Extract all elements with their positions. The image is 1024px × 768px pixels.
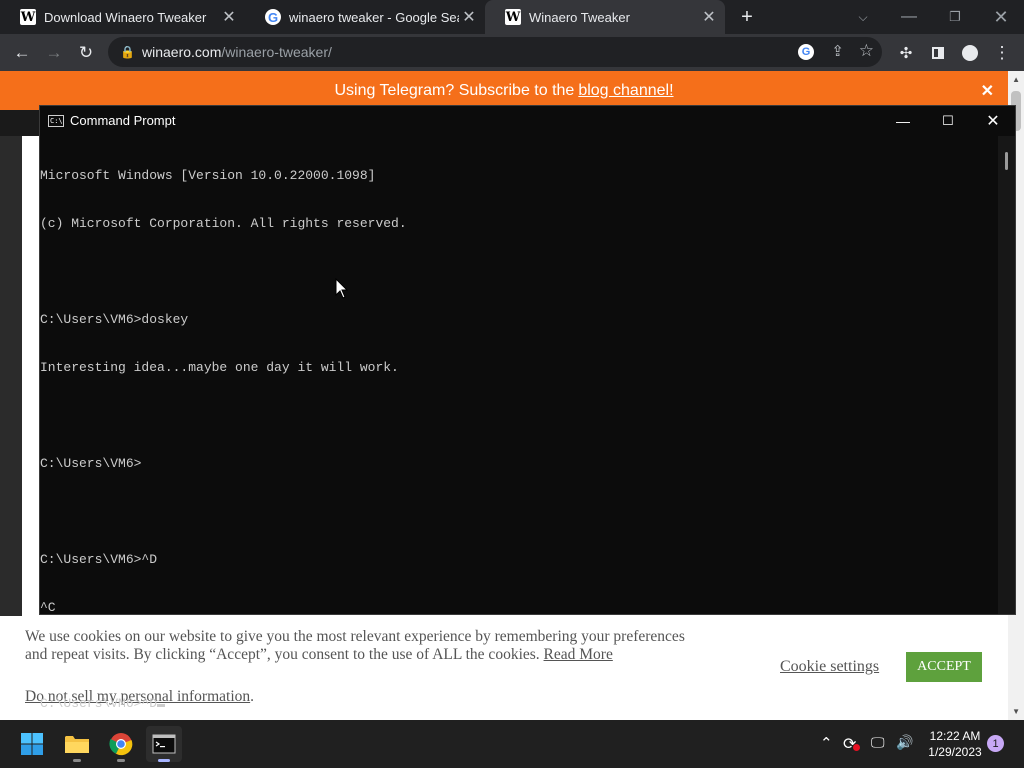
tab-winaero-tweaker[interactable]: W Winaero Tweaker ✕: [485, 0, 725, 34]
browser-toolbar: ← → ↻ 🔒 winaero.com/winaero-tweaker/ G ⇪…: [0, 34, 1024, 71]
console-line: ^C: [40, 600, 56, 615]
close-tab-icon[interactable]: ✕: [699, 7, 719, 27]
tab-title: winaero tweaker - Google Search: [289, 9, 459, 25]
console-prompt-line: C:\Users\VM6>^D: [40, 696, 1000, 712]
command-prompt-window[interactable]: C:\ Command Prompt — ☐ ✕ Microsoft Windo…: [39, 105, 1016, 711]
console-output[interactable]: Microsoft Windows [Version 10.0.22000.10…: [40, 136, 1000, 711]
new-tab-button[interactable]: +: [733, 3, 761, 31]
tab-title: Winaero Tweaker: [529, 9, 630, 25]
console-line: C:\Users\VM6>: [40, 456, 142, 471]
winaero-w-icon: W: [20, 9, 36, 25]
cmd-title-bar[interactable]: C:\ Command Prompt — ☐ ✕: [40, 106, 1015, 135]
reload-button[interactable]: ↻: [72, 34, 100, 71]
window-title: Command Prompt: [70, 113, 176, 128]
file-explorer-icon: [65, 736, 89, 753]
close-tab-icon[interactable]: ✕: [219, 7, 239, 27]
extensions-puzzle-icon[interactable]: ✣: [892, 34, 920, 71]
start-icon: [21, 733, 43, 755]
console-line: C:\Users\VM6>doskey: [40, 312, 189, 327]
scroll-up-icon[interactable]: ▲: [1012, 75, 1020, 84]
cmd-minimize-button[interactable]: —: [880, 106, 926, 135]
tab-google-search[interactable]: G winaero tweaker - Google Search ✕: [245, 0, 485, 34]
console-line: C:\Users\VM6>^D: [40, 552, 158, 567]
tab-title: Download Winaero Tweaker: [44, 9, 207, 25]
close-tab-icon[interactable]: ✕: [459, 7, 479, 27]
address-bar[interactable]: 🔒 winaero.com/winaero-tweaker/ G ⇪ ☆: [108, 37, 882, 67]
chrome-icon: [109, 733, 133, 756]
notification-badge[interactable]: 1: [987, 735, 1004, 752]
cmd-maximize-button[interactable]: ☐: [925, 106, 971, 135]
side-panel-icon[interactable]: [924, 34, 952, 71]
back-button[interactable]: ←: [8, 34, 36, 71]
volume-icon[interactable]: 🔊: [896, 734, 913, 751]
text-cursor: [157, 704, 166, 707]
file-explorer-button[interactable]: [59, 726, 95, 762]
tab-search-chevron-icon[interactable]: ⌵: [840, 0, 886, 34]
start-button[interactable]: [14, 726, 50, 762]
share-icon[interactable]: ⇪: [831, 42, 844, 60]
browser-tab-strip: W Download Winaero Tweaker ✕ G winaero t…: [0, 0, 1024, 34]
url-path: /winaero-tweaker/: [221, 44, 332, 60]
tab-download-winaero-tweaker[interactable]: W Download Winaero Tweaker ✕: [0, 0, 245, 34]
profile-avatar-icon[interactable]: [956, 34, 984, 71]
google-lens-icon[interactable]: G: [798, 44, 814, 60]
date: 1/29/2023: [928, 745, 982, 759]
command-prompt-button[interactable]: [146, 726, 182, 762]
active-indicator: [158, 759, 170, 762]
bookmark-star-icon[interactable]: ☆: [859, 41, 874, 61]
menu-kebab-icon[interactable]: ⋮: [988, 34, 1016, 71]
new-tab-icon: +: [741, 5, 753, 28]
windows-taskbar: ⌃ ⟳ 🖵 🔊 12:22 AM 1/29/2023 1: [0, 720, 1024, 768]
google-g-icon: G: [265, 9, 281, 25]
winaero-w-icon: W: [505, 9, 521, 25]
network-icon[interactable]: 🖵: [871, 734, 885, 751]
command-prompt-icon: [152, 734, 176, 754]
sync-icon[interactable]: ⟳: [843, 734, 860, 754]
clock[interactable]: 12:22 AM 1/29/2023: [920, 728, 990, 760]
console-line: Microsoft Windows [Version 10.0.22000.10…: [40, 168, 376, 183]
command-prompt-icon: C:\: [48, 114, 64, 127]
running-indicator: [73, 759, 81, 762]
close-banner-icon[interactable]: ✕: [981, 81, 994, 101]
scroll-down-icon[interactable]: ▼: [1012, 707, 1020, 716]
cmd-scrollbar[interactable]: [998, 136, 1015, 614]
forward-button[interactable]: →: [40, 34, 68, 71]
chrome-button[interactable]: [103, 726, 139, 762]
lock-icon: 🔒: [120, 45, 135, 59]
show-hidden-icons-chevron-up-icon[interactable]: ⌃: [820, 734, 833, 752]
console-line: C:\Users\VM6>^D: [40, 696, 158, 711]
blog-channel-link[interactable]: blog channel!: [578, 82, 673, 100]
console-line: (c) Microsoft Corporation. All rights re…: [40, 216, 407, 231]
time: 12:22 AM: [929, 729, 981, 743]
minimize-button[interactable]: —: [886, 0, 932, 34]
cmd-close-button[interactable]: ✕: [970, 106, 1016, 135]
running-indicator: [117, 759, 125, 762]
cmd-scroll-thumb[interactable]: [1005, 152, 1008, 170]
url-host: winaero.com: [142, 44, 222, 60]
restore-button[interactable]: ❐: [932, 0, 978, 34]
close-window-button[interactable]: ✕: [978, 0, 1024, 34]
page-background: [0, 136, 22, 616]
console-line: Interesting idea...maybe one day it will…: [40, 360, 399, 375]
banner-text: Using Telegram? Subscribe to the: [334, 81, 575, 99]
mouse-pointer-icon: [335, 278, 349, 299]
